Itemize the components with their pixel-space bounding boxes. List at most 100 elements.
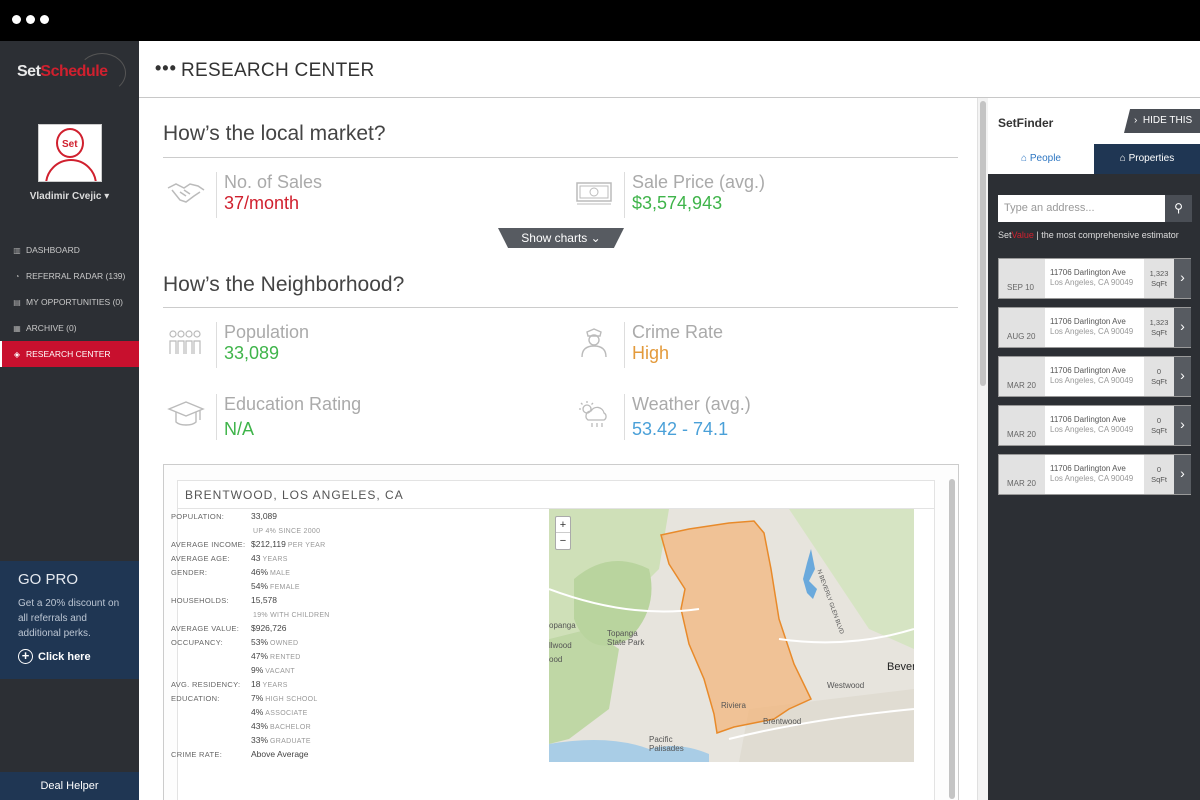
page-title: RESEARCH CENTER [181, 60, 375, 81]
sidebar-item-referral-radar[interactable]: ◔ REFERRAL RADAR (139) [0, 263, 139, 289]
window-dot-icon[interactable] [26, 15, 35, 24]
sidebar-item-my-opportunities[interactable]: ▤ MY OPPORTUNITIES (0) [0, 289, 139, 315]
card-date: AUG 20 [999, 308, 1045, 347]
card-sqft: 1,323 SqFt [1144, 308, 1174, 347]
detail-value: 47% RENTED [251, 651, 301, 661]
window-titlebar [0, 0, 1200, 41]
detail-key: AVG. RESIDENCY: [171, 679, 241, 689]
detail-value: 43 YEARS [251, 553, 288, 563]
card-date: MAR 20 [999, 357, 1045, 396]
property-list: SEP 10 11706 Darlington Ave Los Angeles, C… [998, 258, 1191, 503]
logo-swoosh-icon [78, 53, 126, 93]
chevron-right-icon[interactable]: › [1174, 259, 1191, 298]
detail-row: 43% BACHELOR [171, 719, 531, 733]
chevron-right-icon[interactable]: › [1174, 406, 1191, 445]
detail-value: 7% HIGH SCHOOL [251, 693, 318, 703]
card-address: 11706 Darlington Ave Los Angeles, CA 9004… [1050, 415, 1134, 434]
detail-value: 54% FEMALE [251, 581, 300, 591]
tab-properties[interactable]: ⌂ Properties [1094, 144, 1200, 174]
sidebar-item-archive[interactable]: ▦ ARCHIVE (0) [0, 315, 139, 341]
detail-row: AVERAGE AGE: 43 YEARS [171, 551, 531, 565]
search-icon: ⚲ [1174, 201, 1183, 215]
crime-value: High [632, 343, 670, 363]
caret-down-icon: ▾ [104, 191, 110, 202]
neighborhood-map[interactable]: + − Topanga State Park opanga llwood ood… [549, 509, 914, 762]
detail-row: 54% FEMALE [171, 579, 531, 593]
neighborhood-detail-card: BRENTWOOD, LOS ANGELES, CA POPULATION: 33… [163, 464, 959, 800]
search-button[interactable]: ⚲ [1165, 195, 1192, 222]
card-date: SEP 10 [999, 259, 1045, 298]
hide-this-button[interactable]: › HIDE THIS [1124, 109, 1200, 133]
detail-stats-list: POPULATION: 33,089 UP 4% SINCE 2000 AVERAGE… [171, 509, 531, 761]
map-zoom-control: + − [555, 516, 571, 550]
user-menu[interactable]: Vladimir Cvejic ▾ [0, 191, 139, 202]
chevron-right-icon[interactable]: › [1174, 308, 1191, 347]
weather-value: 53.42 - 74.1 [632, 419, 729, 439]
property-card[interactable]: SEP 10 11706 Darlington Ave Los Angeles, C… [998, 258, 1191, 299]
sales-value: 37/month [224, 193, 300, 213]
menu-dots-icon[interactable]: ••• [155, 59, 177, 77]
detail-value: 18 YEARS [251, 679, 288, 689]
stat-sale-price: Sale Price (avg.) $3,574,943 [571, 172, 765, 218]
home-icon: ⌂ [1119, 153, 1126, 164]
stat-weather: Weather (avg.) 53.42 - 74.1 [571, 394, 751, 440]
zoom-out-button[interactable]: − [556, 533, 570, 549]
zoom-in-button[interactable]: + [556, 517, 570, 533]
property-card[interactable]: MAR 20 11706 Darlington Ave Los Angeles, C… [998, 454, 1191, 495]
map-label: Westwood [827, 681, 865, 690]
card-address: 11706 Darlington Ave Los Angeles, CA 9004… [1050, 464, 1134, 483]
deal-helper-button[interactable]: Deal Helper [0, 772, 139, 800]
window-dot-icon[interactable] [40, 15, 49, 24]
bar-chart-icon: ▥ [13, 245, 21, 255]
detail-value: 33% GRADUATE [251, 735, 311, 745]
content-scrollbar[interactable] [977, 98, 988, 800]
detail-key: HOUSEHOLDS: [171, 595, 229, 605]
chevron-right-icon[interactable]: › [1174, 357, 1191, 396]
divider [163, 157, 958, 158]
detail-row: UP 4% SINCE 2000 [171, 523, 531, 537]
go-pro-click-here[interactable]: + Click here [18, 649, 121, 664]
detail-value: Above Average [251, 749, 309, 759]
chevron-right-icon: › [1134, 115, 1138, 126]
detail-row: AVERAGE INCOME: $212,119 PER YEAR [171, 537, 531, 551]
detail-value: 46% MALE [251, 567, 291, 577]
detail-value: 33,089 [251, 511, 277, 521]
detail-row: GENDER: 46% MALE [171, 565, 531, 579]
card-address: 11706 Darlington Ave Los Angeles, CA 9004… [1050, 317, 1134, 336]
card-date: MAR 20 [999, 455, 1045, 494]
avatar[interactable]: Set [38, 124, 102, 182]
sidebar-item-dashboard[interactable]: ▥ DASHBOARD [0, 237, 139, 263]
property-card[interactable]: AUG 20 11706 Darlington Ave Los Angeles, C… [998, 307, 1191, 348]
property-card[interactable]: MAR 20 11706 Darlington Ave Los Angeles, C… [998, 405, 1191, 446]
detail-row: OCCUPANCY: 53% OWNED [171, 635, 531, 649]
sidebar-item-research-center[interactable]: ◈ RESEARCH CENTER [0, 341, 139, 367]
show-charts-button[interactable]: Show charts ⌄ [498, 228, 624, 248]
detail-value: 53% OWNED [251, 637, 299, 647]
card-address: 11706 Darlington Ave Los Angeles, CA 9004… [1050, 268, 1134, 287]
divider [163, 307, 958, 308]
education-value: N/A [224, 419, 255, 439]
window-dot-icon[interactable] [12, 15, 21, 24]
map-label: Pacific Palisades [649, 735, 684, 753]
detail-value: $212,119 PER YEAR [251, 539, 326, 549]
tab-people[interactable]: ⌂ People [988, 144, 1094, 174]
go-pro-text: Get a 20% discount on all referrals and … [18, 598, 120, 639]
detail-value: UP 4% SINCE 2000 [253, 528, 321, 535]
setfinder-panel: SetFinder › HIDE THIS ⌂ People ⌂ Propert… [988, 98, 1200, 800]
card-sqft: 0 SqFt [1144, 357, 1174, 396]
weather-cloud-sun-icon [571, 394, 617, 434]
detail-key: AVERAGE AGE: [171, 553, 230, 563]
plus-circle-icon: + [18, 649, 33, 664]
detail-scrollbar[interactable] [949, 479, 955, 799]
handshake-icon [163, 172, 209, 212]
sale-price-value: $3,574,943 [632, 193, 723, 213]
address-search-input[interactable]: Type an address... [998, 195, 1174, 222]
detail-value: 15,578 [251, 595, 277, 605]
setfinder-header: SetFinder › HIDE THIS [988, 98, 1200, 144]
chevron-right-icon[interactable]: › [1174, 455, 1191, 494]
chevron-down-icon: ⌄ [590, 231, 601, 245]
card-sqft: 0 SqFt [1144, 455, 1174, 494]
setfinder-tabs: ⌂ People ⌂ Properties [988, 144, 1200, 174]
property-card[interactable]: MAR 20 11706 Darlington Ave Los Angeles, C… [998, 356, 1191, 397]
scrollbar-thumb[interactable] [980, 101, 986, 386]
